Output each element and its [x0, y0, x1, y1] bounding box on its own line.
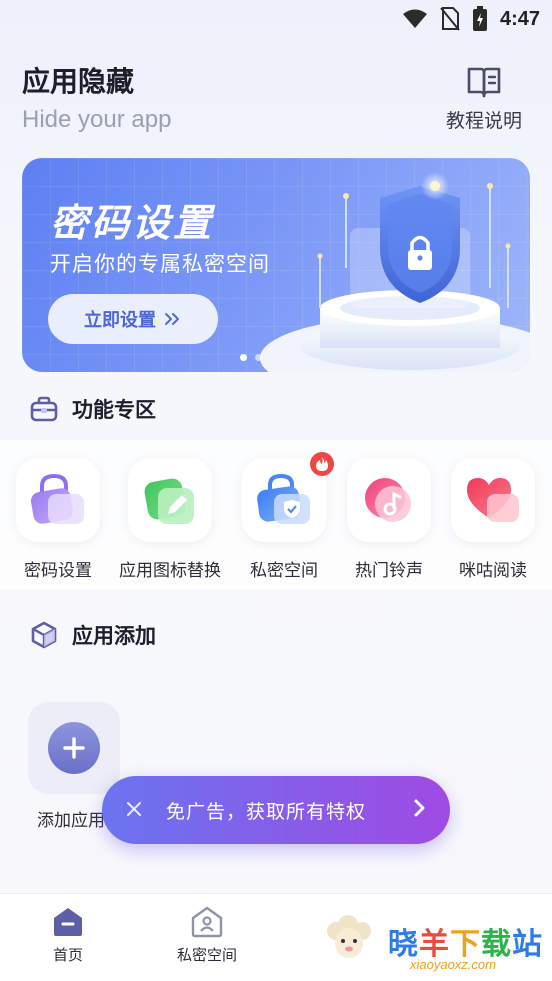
nav-label: 私密空间 — [176, 946, 237, 964]
feature-label: 应用图标替换 — [119, 561, 221, 581]
app-add-title: 应用添加 — [72, 624, 156, 648]
add-app-button[interactable] — [28, 702, 120, 794]
feature-tile — [128, 458, 212, 542]
feature-tile — [347, 458, 431, 542]
feature-password-settings[interactable]: 密码设置 — [3, 458, 113, 581]
watermark-char: 站 — [512, 927, 543, 962]
pagination-dot[interactable] — [255, 354, 262, 361]
status-time: 4:47 — [499, 7, 540, 30]
nav-item-private-space[interactable]: 私密空间 — [157, 906, 257, 965]
promo-arrow-button[interactable] — [390, 798, 450, 822]
music-note-icon — [365, 478, 411, 522]
plus-icon — [63, 737, 85, 759]
nav-item-home[interactable]: 首页 — [18, 906, 118, 965]
wifi-icon — [402, 9, 427, 28]
battery-charging-icon — [472, 6, 487, 31]
close-icon — [127, 801, 141, 816]
house-lock-icon — [191, 906, 223, 938]
feature-tile — [242, 452, 334, 542]
status-bar: 4:47 — [0, 0, 552, 38]
page-subtitle: Hide your app — [22, 106, 172, 133]
home-icon — [54, 908, 82, 936]
features-section-header: 功能专区 — [30, 394, 156, 424]
feature-label: 热门铃声 — [355, 561, 423, 581]
watermark-url: xiaoyaoxz.com — [410, 957, 496, 972]
toolbox-icon — [30, 396, 58, 422]
app-screen: 4:47 应用隐藏 Hide your app 教程说明 密码设置 开启你的专属… — [0, 0, 552, 981]
shield-lock-illustration — [260, 172, 530, 372]
feature-label: 咪咕阅读 — [459, 561, 527, 581]
nav-label: 首页 — [52, 946, 83, 964]
status-icons: 4:47 — [402, 6, 540, 32]
feature-hot-ringtones[interactable]: 热门铃声 — [334, 458, 444, 581]
cube-icon — [31, 621, 57, 649]
book-icon — [467, 67, 501, 98]
hot-badge — [310, 452, 334, 476]
page-title: 应用隐藏 — [22, 65, 135, 98]
site-watermark: 晓羊下载站 xiaoyaoxz.com — [318, 905, 552, 981]
password-banner[interactable]: 密码设置 开启你的专属私密空间 立即设置 — [22, 158, 530, 372]
feature-migu-reading[interactable]: 咪咕阅读 — [438, 458, 548, 581]
feature-label: 私密空间 — [250, 561, 318, 581]
close-promo-button[interactable] — [102, 798, 166, 823]
features-title: 功能专区 — [72, 398, 156, 422]
feature-tile — [16, 458, 100, 542]
pagination-dot-active[interactable] — [240, 354, 247, 361]
tutorial-button[interactable]: 教程说明 — [434, 66, 534, 133]
shield-bag-icon — [257, 473, 310, 524]
edit-pencil-icon — [144, 478, 194, 524]
feature-icon-replace[interactable]: 应用图标替换 — [115, 458, 225, 581]
no-sim-icon — [440, 7, 460, 31]
app-add-section-header: 应用添加 — [30, 620, 156, 650]
promo-text: 免广告，获取所有特权 — [166, 800, 367, 823]
double-chevron-right-icon — [165, 313, 179, 325]
banner-pagination — [240, 354, 262, 361]
banner-title: 密码设置 — [50, 201, 215, 245]
add-app-label: 添加应用 — [37, 811, 105, 831]
sheep-logo — [318, 905, 380, 975]
add-circle — [48, 722, 100, 774]
heart-icon — [467, 478, 519, 522]
set-now-button[interactable]: 立即设置 — [48, 294, 218, 344]
lock-bag-icon — [30, 473, 84, 524]
tutorial-label: 教程说明 — [445, 110, 522, 132]
banner-subtitle: 开启你的专属私密空间 — [50, 252, 270, 276]
fire-icon — [316, 457, 328, 471]
feature-tile — [451, 458, 535, 542]
chevron-right-icon — [414, 799, 425, 817]
feature-private-space[interactable]: 私密空间 — [229, 452, 339, 581]
set-now-label: 立即设置 — [84, 310, 156, 331]
remove-ads-banner[interactable]: 免广告，获取所有特权 — [102, 776, 450, 844]
feature-label: 密码设置 — [24, 561, 92, 581]
